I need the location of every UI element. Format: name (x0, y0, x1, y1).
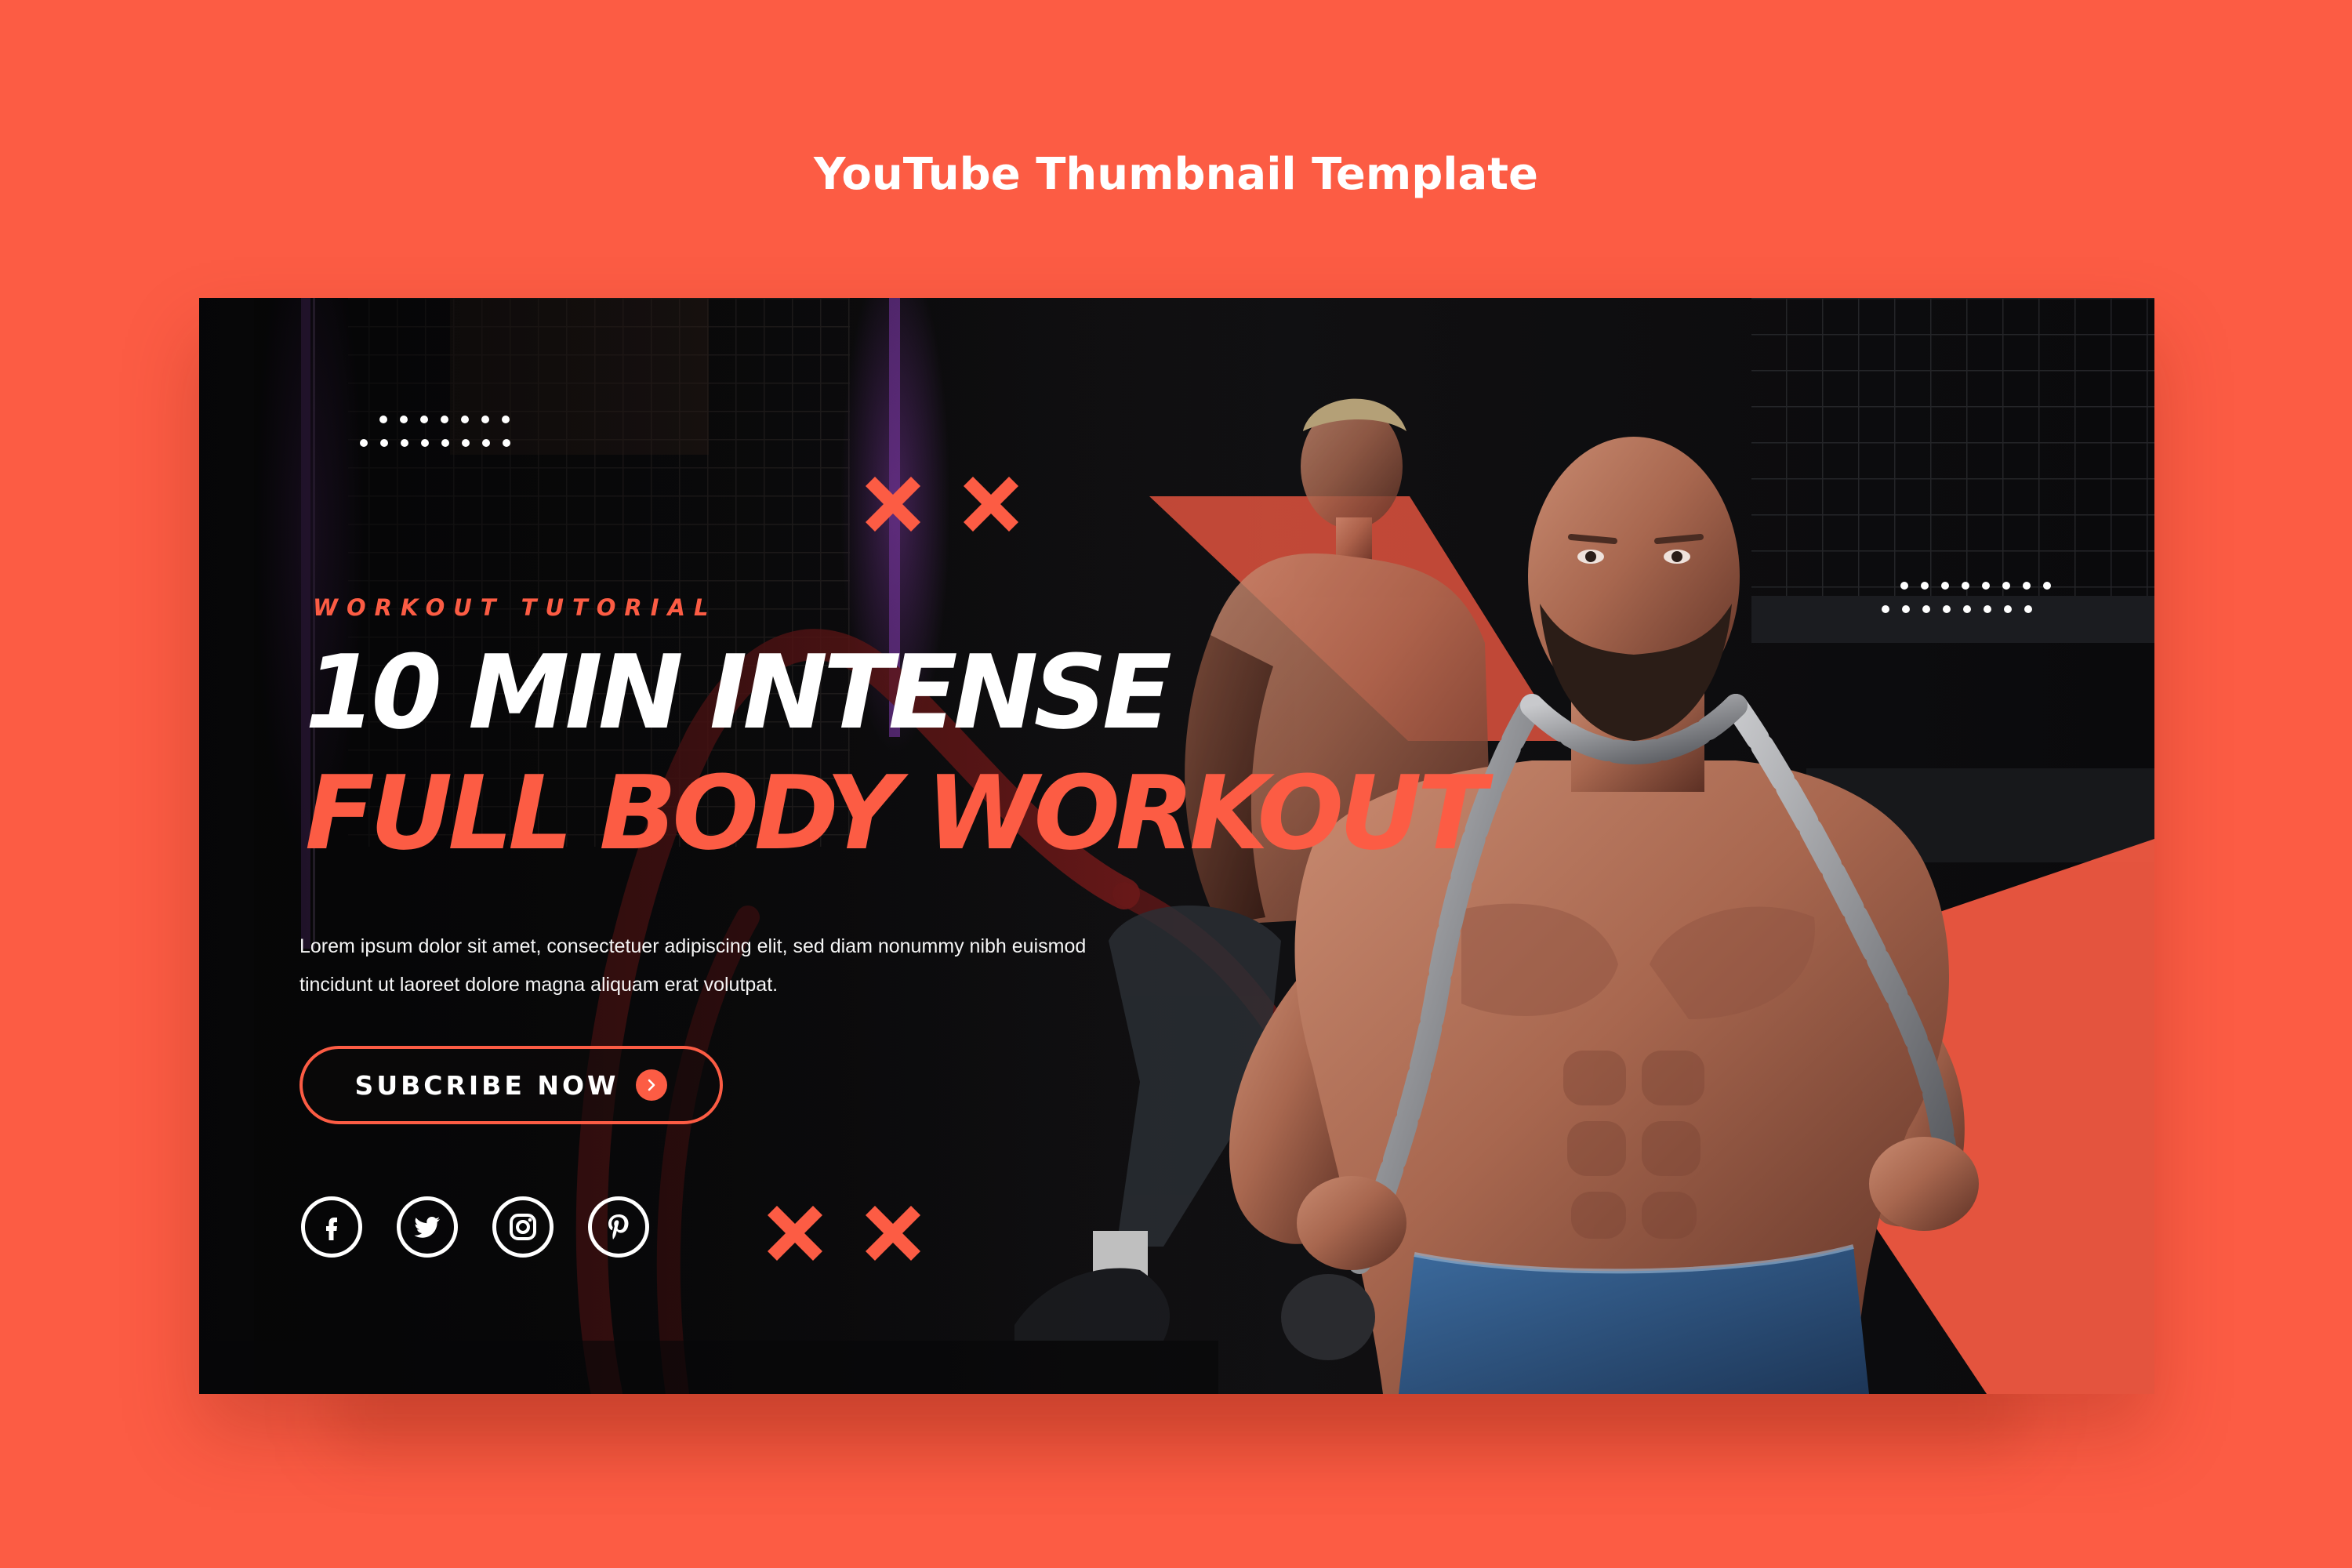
page-canvas: YouTube Thumbnail Template WORKOUT TUTOR… (0, 0, 2352, 1568)
social-links (301, 1196, 649, 1258)
dot-pattern-right-row-2 (1882, 605, 2032, 613)
dot (1921, 582, 1929, 590)
dot (1982, 582, 1990, 590)
dot (482, 439, 490, 447)
dot (2004, 605, 2012, 613)
pinterest-icon-glyph (608, 1214, 629, 1240)
dot (2002, 582, 2010, 590)
chevron-right-icon-glyph (648, 1079, 655, 1091)
dot (1962, 582, 1969, 590)
dot (420, 416, 428, 423)
dot (1941, 582, 1949, 590)
cross-icon (866, 477, 920, 532)
dot (462, 439, 470, 447)
dot (400, 416, 408, 423)
headline-line-1: 10 MIN INTENSE (305, 633, 1172, 752)
dot (503, 439, 510, 447)
dot (441, 416, 448, 423)
dot (441, 439, 449, 447)
dot (2023, 582, 2031, 590)
dot (401, 439, 408, 447)
chevron-right-icon (636, 1069, 668, 1101)
dot-pattern-right-row-1 (1900, 582, 2051, 590)
youtube-thumbnail: WORKOUT TUTORIAL 10 MIN INTENSE FULL BOD… (199, 298, 2154, 1394)
facebook-icon-glyph (326, 1218, 337, 1240)
dot (380, 439, 388, 447)
twitter-icon[interactable] (397, 1196, 458, 1258)
page-title: YouTube Thumbnail Template (813, 149, 1539, 200)
cross-icon (866, 1206, 920, 1261)
subscribe-button[interactable]: SUBCRIBE NOW (299, 1046, 723, 1124)
dot (1902, 605, 1910, 613)
dot (1882, 605, 1889, 613)
dot (1963, 605, 1971, 613)
instagram-icon[interactable] (492, 1196, 554, 1258)
cross-icon (964, 477, 1018, 532)
subscribe-label: SUBCRIBE NOW (354, 1069, 619, 1101)
dot (421, 439, 429, 447)
eyebrow-label: WORKOUT TUTORIAL (313, 594, 717, 621)
twitter-icon-glyph (414, 1217, 440, 1238)
headline-line-2: FULL BODY WORKOUT (305, 753, 1486, 873)
facebook-icon[interactable] (301, 1196, 362, 1258)
dot (502, 416, 510, 423)
body-copy: Lorem ipsum dolor sit amet, consectetuer… (299, 935, 1087, 996)
dot (1900, 582, 1908, 590)
dot (2024, 605, 2032, 613)
dot (481, 416, 489, 423)
dot (1922, 605, 1930, 613)
dot (2043, 582, 2051, 590)
cross-icon (768, 1206, 822, 1261)
instagram-icon-glyph (510, 1214, 536, 1240)
dot (1984, 605, 1991, 613)
dot (379, 416, 387, 423)
dot-pattern-top-left-row-2 (360, 439, 510, 447)
dot (1943, 605, 1951, 613)
pinterest-icon[interactable] (588, 1196, 649, 1258)
dot (360, 439, 368, 447)
dot-pattern-top-left-row-1 (379, 416, 510, 423)
dot (461, 416, 469, 423)
